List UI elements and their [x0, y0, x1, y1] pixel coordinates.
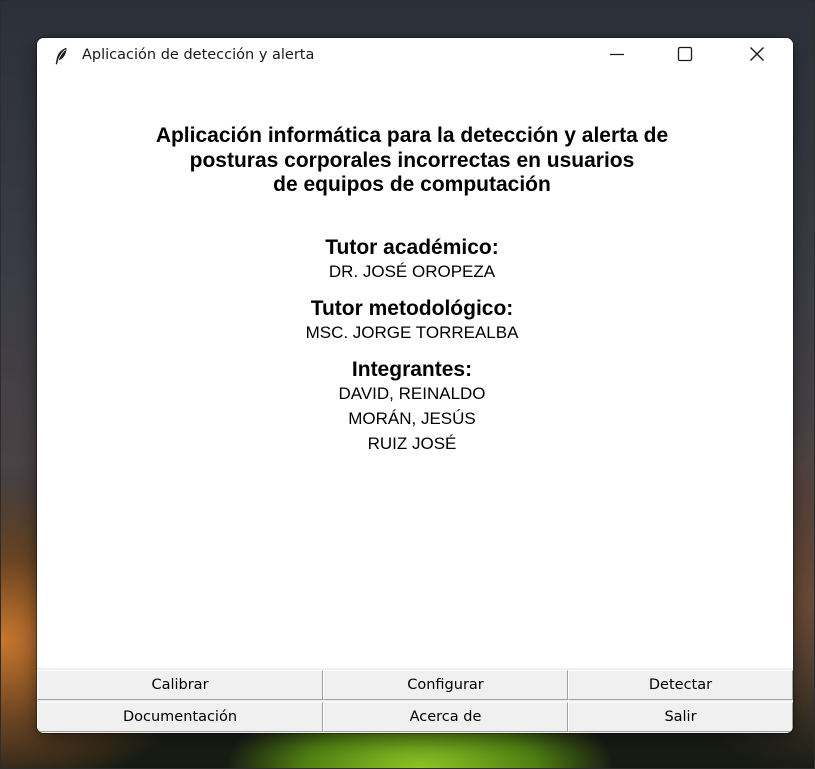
title-bar[interactable]: Aplicación de detección y alerta [37, 38, 793, 74]
close-button[interactable] [727, 38, 787, 74]
methodological-tutor-name: MSC. JORGE TORREALBA [305, 323, 519, 342]
app-window: Aplicación de detección y alerta Aplicac… [37, 38, 793, 733]
methodological-tutor-heading: Tutor metodológico: [310, 297, 514, 320]
academic-tutor-heading: Tutor académico: [325, 236, 499, 259]
project-title: Aplicación informática para la detección… [37, 124, 787, 198]
member-name: MORÁN, JESÚS [348, 409, 476, 428]
documentation-button[interactable]: Documentación [37, 702, 323, 732]
configure-button[interactable]: Configurar [323, 670, 568, 700]
action-button-grid: Calibrar Configurar Detectar Documentaci… [37, 668, 793, 733]
main-content: Aplicación informática para la detección… [37, 74, 793, 668]
academic-tutor-name: DR. JOSÉ OROPEZA [328, 262, 496, 281]
exit-button[interactable]: Salir [568, 702, 793, 732]
member-name: RUIZ JOSÉ [367, 434, 457, 453]
calibrate-button[interactable]: Calibrar [37, 670, 323, 700]
maximize-icon [677, 46, 693, 67]
window-title: Aplicación de detección y alerta [82, 47, 315, 63]
about-button[interactable]: Acerca de [323, 702, 568, 732]
members-heading: Integrantes: [351, 358, 473, 381]
detect-button[interactable]: Detectar [568, 670, 793, 700]
project-title-line: de equipos de computación [273, 173, 551, 196]
maximize-button[interactable] [655, 38, 715, 74]
minimize-button[interactable] [587, 38, 647, 74]
close-icon [749, 46, 765, 67]
member-name: DAVID, REINALDO [338, 384, 486, 403]
project-title-line: posturas corporales incorrectas en usuar… [189, 148, 635, 172]
minimize-icon [609, 46, 625, 67]
project-title-line: Aplicación informática para la detección… [155, 124, 669, 147]
feather-icon [54, 47, 68, 65]
